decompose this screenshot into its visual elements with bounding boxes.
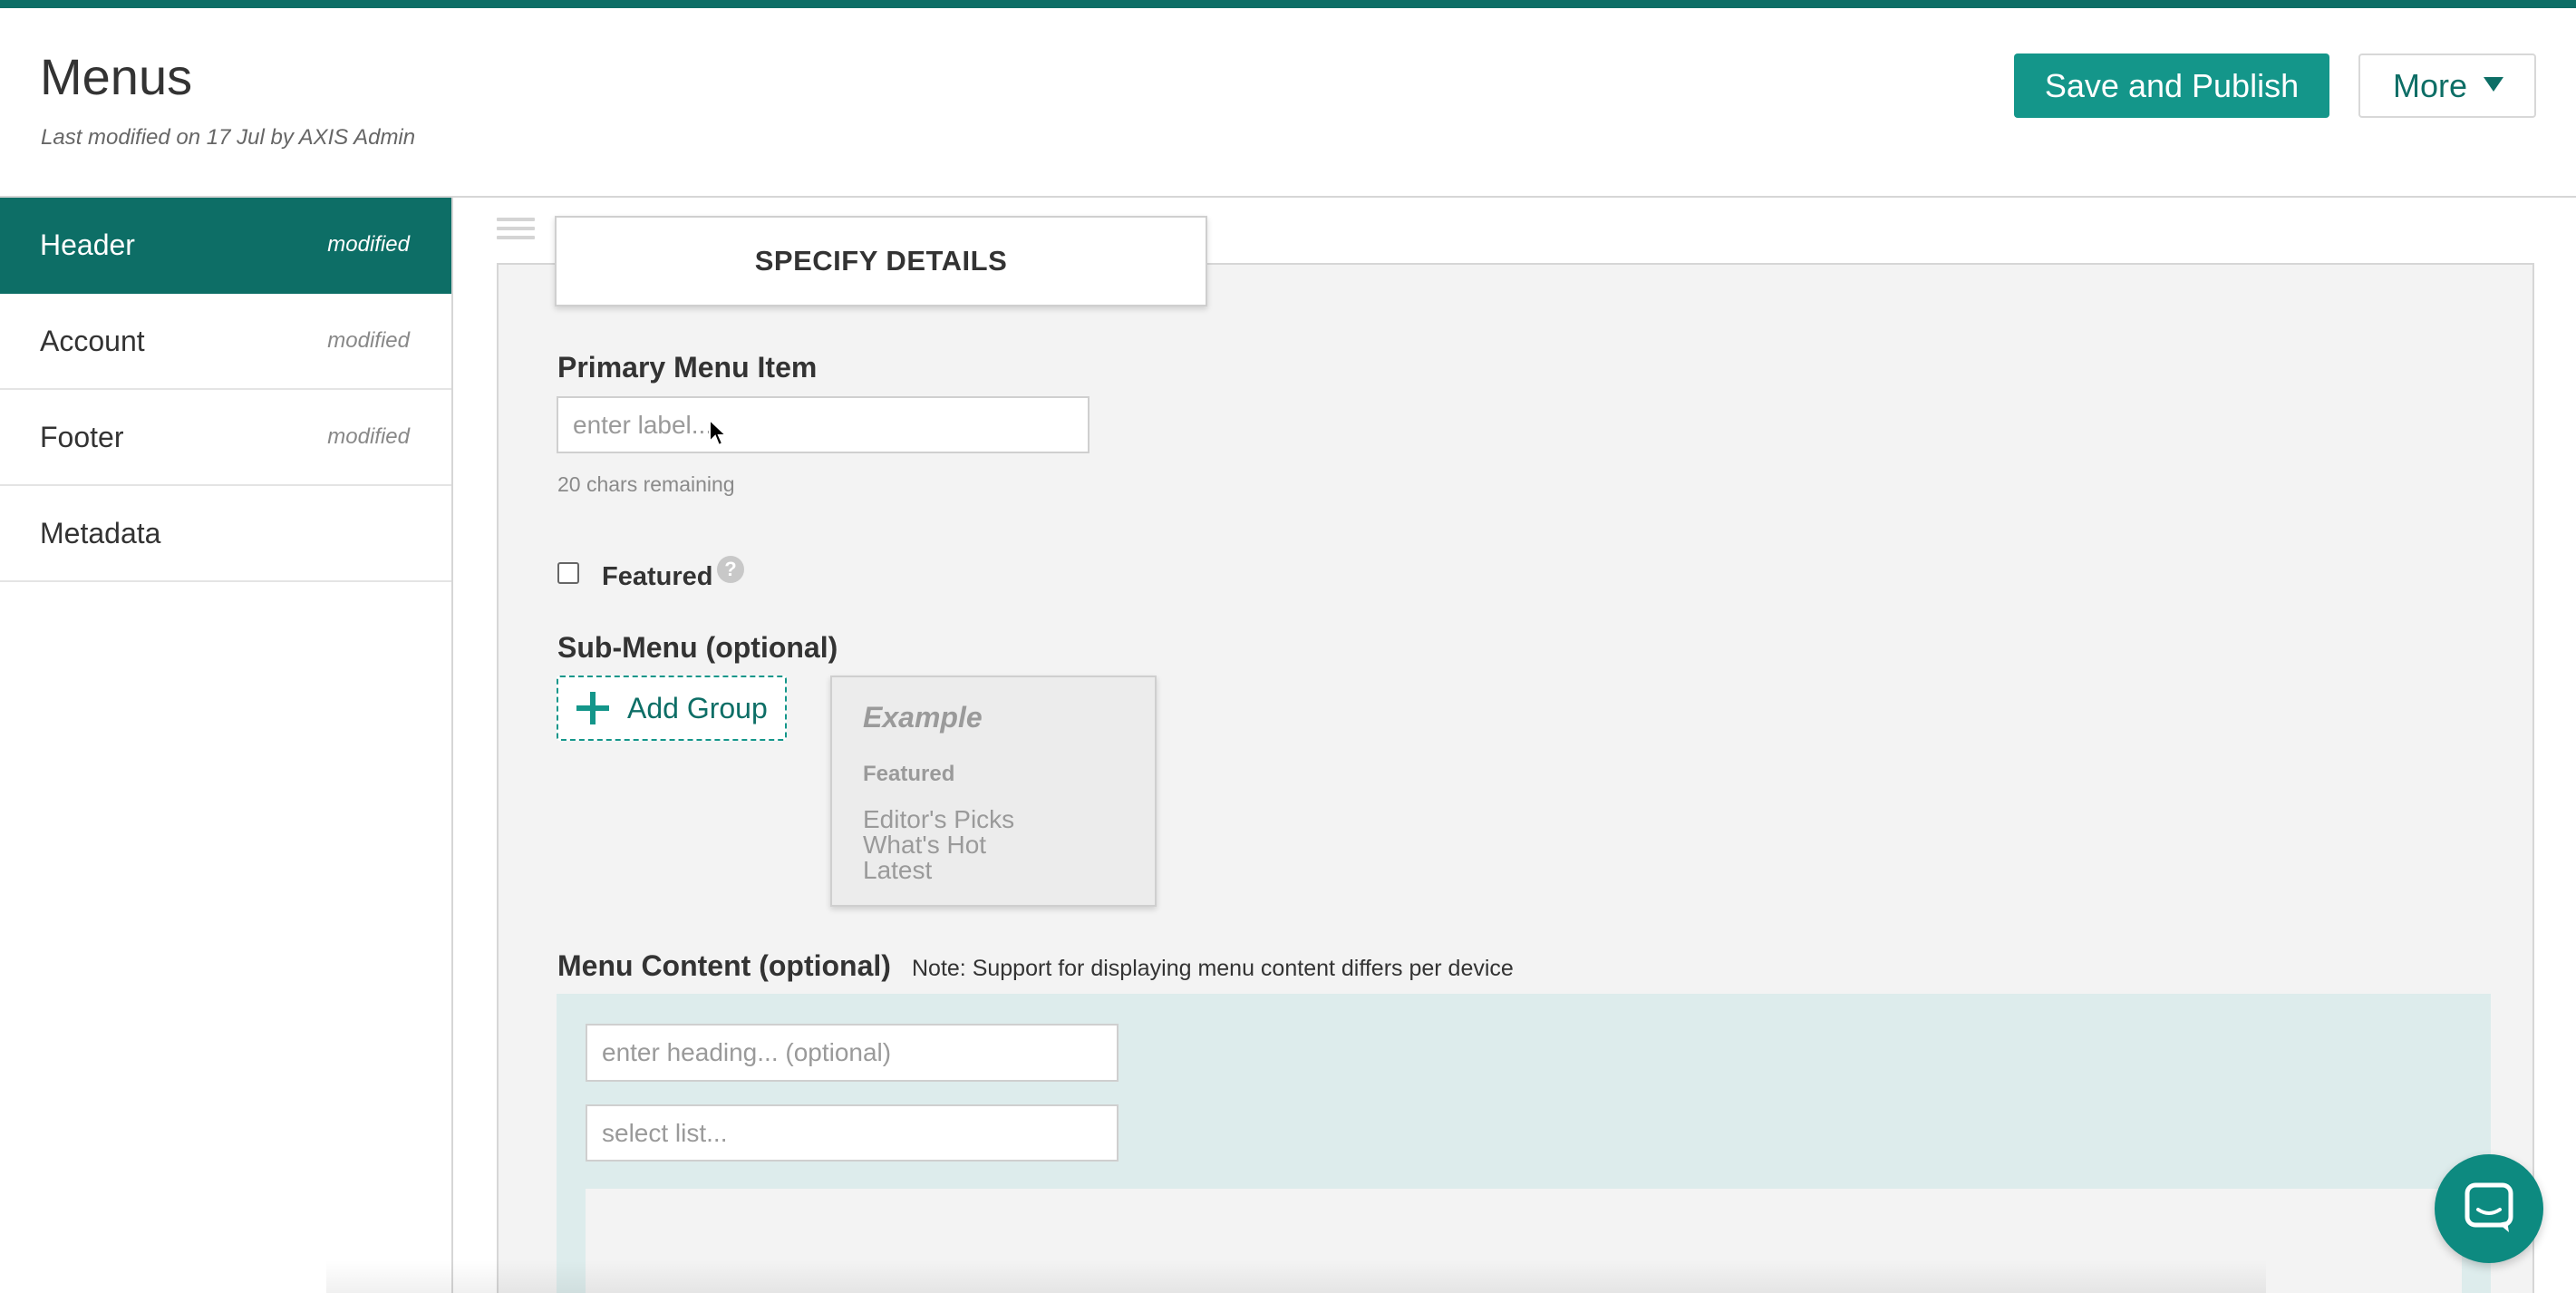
plus-icon (576, 692, 609, 724)
sidebar-item-account[interactable]: Account modified (0, 294, 451, 390)
add-group-label: Add Group (627, 691, 768, 724)
caret-down-icon (2484, 77, 2503, 92)
menu-content-list-area (586, 1189, 2462, 1293)
last-modified-text: Last modified on 17 Jul by AXIS Admin (41, 125, 416, 150)
primary-menu-item-input[interactable] (557, 396, 1089, 453)
specify-details-tab[interactable]: SPECIFY DETAILS (555, 216, 1207, 306)
primary-menu-item-label: Primary Menu Item (557, 351, 818, 384)
save-and-publish-button[interactable]: Save and Publish (2014, 53, 2329, 118)
sidebar-item-header[interactable]: Header modified (0, 198, 451, 294)
sidebar-item-status: modified (327, 328, 410, 353)
drag-handle-icon[interactable] (497, 218, 535, 245)
example-heading: Featured (863, 762, 955, 786)
more-button-label: More (2393, 66, 2468, 104)
featured-label: Featured (602, 562, 713, 591)
example-item: Latest (863, 856, 933, 884)
list-select-input[interactable] (586, 1104, 1119, 1162)
top-accent-bar (0, 0, 2576, 8)
example-card: Example Featured Editor's Picks What's H… (830, 676, 1157, 907)
example-item: Editor's Picks (863, 805, 1015, 833)
more-dropdown-button[interactable]: More (2358, 53, 2536, 118)
add-group-button[interactable]: Add Group (557, 676, 787, 741)
heading-input[interactable] (586, 1024, 1119, 1082)
menu-content-label: Menu Content (optional) (557, 949, 891, 982)
help-icon[interactable]: ? (717, 556, 744, 583)
sidebar-item-label: Header (40, 228, 135, 261)
sidebar-item-label: Footer (40, 420, 124, 453)
sidebar-item-label: Metadata (40, 516, 161, 549)
mouse-cursor-icon (709, 418, 728, 447)
featured-checkbox[interactable] (557, 562, 579, 584)
sidebar-item-label: Account (40, 324, 145, 357)
chat-icon[interactable] (2435, 1154, 2543, 1263)
sidebar: Header modified Account modified Footer … (0, 198, 453, 1293)
sidebar-item-metadata[interactable]: Metadata (0, 486, 451, 582)
menu-content-note: Note: Support for displaying menu conten… (912, 956, 1514, 981)
sidebar-item-status: modified (327, 232, 410, 257)
chars-remaining-hint: 20 chars remaining (557, 472, 735, 496)
example-title: Example (863, 701, 983, 734)
page-title: Menus (40, 48, 193, 105)
sidebar-item-footer[interactable]: Footer modified (0, 390, 451, 486)
sidebar-item-status: modified (327, 424, 410, 449)
sub-menu-label: Sub-Menu (optional) (557, 631, 838, 664)
example-item: What's Hot (863, 831, 987, 859)
